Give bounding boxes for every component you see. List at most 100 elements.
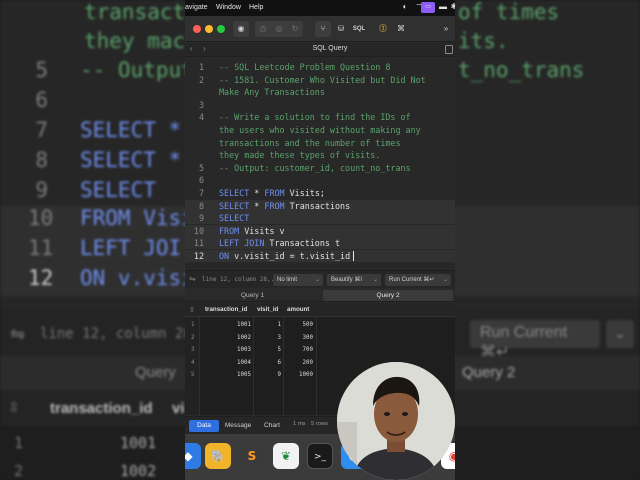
run-current-button[interactable]: Run Current ⌘↵ ⌄ [385, 274, 451, 286]
editor-line[interactable]: Make Any Transactions [185, 86, 455, 98]
app-icon[interactable]: ◆ [185, 443, 201, 469]
cell-visit-id[interactable]: 9 [255, 369, 282, 381]
editor-line[interactable]: 1 -- SQL Leetcode Problem Question 8 [185, 61, 455, 73]
background-line-number: 7 [35, 118, 48, 142]
cell-visit-id[interactable]: 1 [255, 319, 282, 331]
bluetooth-icon[interactable]: ✱ [448, 2, 455, 13]
cell-amount[interactable]: 200 [285, 357, 313, 369]
close-window-button[interactable] [193, 25, 201, 33]
cell-transaction-id[interactable]: 1003 [207, 344, 251, 356]
editor-line[interactable]: 11 LEFT JOIN Transactions t [185, 237, 455, 250]
background-tab-query-2: Query 2 [462, 364, 516, 381]
terminal-icon[interactable]: >_ [307, 443, 333, 469]
editor-line[interactable]: 7 SELECT * FROM Visits; [185, 187, 455, 199]
warning-icon[interactable]: ⓵ [375, 21, 391, 37]
editor-line[interactable]: 8 SELECT * FROM Transactions [185, 199, 455, 212]
presenter-webcam [337, 362, 455, 480]
table-row[interactable]: 2 1002 3 300 [185, 332, 455, 344]
sliders-icon[interactable]: ⇋ [189, 274, 196, 283]
cell-amount[interactable]: 1000 [285, 369, 313, 381]
cell-transaction-id[interactable]: 1002 [207, 332, 251, 344]
cell-amount[interactable]: 500 [285, 319, 313, 331]
command-icon[interactable]: ⌘ [393, 21, 409, 37]
cell-visit-id[interactable]: 6 [255, 357, 282, 369]
editor-line[interactable]: they made these types of visits. [185, 149, 455, 161]
column-header-visit-id[interactable]: visit_id [257, 306, 278, 313]
tab-query-2[interactable]: Query 2 [323, 290, 453, 301]
back-arrow-icon[interactable]: ‹ [190, 44, 193, 53]
line-number: 5 [198, 162, 204, 173]
background-text: of times [458, 0, 560, 24]
line-text: Make Any Transactions [219, 86, 325, 98]
sublime-text-icon[interactable]: S [239, 443, 265, 469]
sql-keyword: SELECT [219, 200, 250, 211]
background-run-button: Run Current ⌘↵ [470, 320, 600, 361]
background-text: FROM Visi [80, 206, 194, 230]
table-row[interactable]: 1 1001 1 500 [185, 319, 455, 331]
background-line-number: 9 [35, 178, 48, 202]
line-text: -- 1581. Customer Who Visited but Did No… [219, 74, 426, 86]
tab-query-1[interactable]: Query 1 [185, 290, 320, 301]
column-header-amount[interactable]: amount [287, 306, 309, 313]
tab-chart[interactable]: Chart [257, 420, 287, 432]
presenter-portrait [337, 362, 455, 480]
cell-transaction-id[interactable]: 1004 [207, 357, 251, 369]
focus-icon[interactable]: ◐ [399, 2, 411, 13]
cell-amount[interactable]: 700 [285, 344, 313, 356]
tab-message[interactable]: Message [222, 420, 254, 432]
editor-line[interactable]: 10 FROM Visits v [185, 224, 455, 237]
editor-line[interactable]: transactions and the number of times [185, 137, 455, 149]
editor-line[interactable]: the users who visited without making any [185, 124, 455, 136]
editor-line[interactable]: 2 -- 1581. Customer Who Visited but Did N… [185, 74, 455, 86]
limit-select[interactable]: No limit ⌄ [273, 274, 323, 286]
cell-amount[interactable]: 300 [285, 332, 313, 344]
line-number: 9 [198, 213, 204, 224]
refresh-icon[interactable]: ↻ [287, 21, 303, 37]
cell-transaction-id[interactable]: 1005 [207, 369, 251, 381]
sql-comment: -- Write a solution to find the IDs of [219, 112, 411, 123]
cell-visit-id[interactable]: 5 [255, 344, 282, 356]
editor-line[interactable]: 5 -- Output: customer_id, count_no_trans [185, 162, 455, 174]
sidebar-toggle-icon[interactable] [445, 45, 453, 54]
editor-line[interactable]: 4 -- Write a solution to find the IDs of [185, 111, 455, 123]
background-line-number: 12 [28, 266, 54, 290]
history-icon[interactable]: ◷ [255, 21, 271, 37]
line-text: SELECT * FROM Visits; [219, 187, 325, 199]
editor-line[interactable]: 3 [185, 99, 455, 111]
overflow-chevron-icon[interactable]: » [439, 21, 453, 37]
sql-comment: Make Any Transactions [219, 87, 325, 98]
editor-line[interactable]: 12 ON v.visit_id = t.visit_id [185, 250, 455, 262]
background-text: SELECT * [80, 118, 182, 142]
cell-visit-id[interactable]: 3 [255, 332, 282, 344]
sql-text: Visits v [239, 225, 285, 236]
chevron-down-icon: ⌄ [314, 277, 320, 283]
forward-arrow-icon[interactable]: › [203, 44, 206, 53]
menu-window[interactable]: Window [216, 4, 241, 11]
database-icon[interactable]: ⛁ [333, 21, 349, 37]
menu-navigate[interactable]: avigate [185, 4, 208, 11]
table-row[interactable]: 3 1003 5 700 [185, 344, 455, 356]
editor-line[interactable]: 9 SELECT [185, 212, 455, 225]
record-icon[interactable]: ◉ [233, 21, 249, 37]
row-number: 4 [191, 359, 195, 366]
column-header-transaction-id[interactable]: transaction_id [205, 306, 247, 313]
tableplus-icon[interactable]: 🐘 [205, 443, 231, 469]
cell-transaction-id[interactable]: 1001 [207, 319, 251, 331]
background-line-number: 6 [35, 88, 48, 112]
zoom-window-button[interactable] [217, 25, 225, 33]
mongodb-compass-icon[interactable]: ❦ [273, 443, 299, 469]
connection-icon[interactable]: ⑂ [315, 21, 331, 37]
line-text: -- Write a solution to find the IDs of [219, 111, 411, 123]
preview-icon[interactable]: ◎ [271, 21, 287, 37]
beautify-button[interactable]: Beautify ⌘I ⌄ [327, 274, 381, 286]
editor-line[interactable]: 6 [185, 174, 455, 186]
control-center-icon[interactable]: ▭ [421, 2, 435, 13]
menu-help[interactable]: Help [249, 4, 263, 11]
minimize-window-button[interactable] [205, 25, 213, 33]
tab-data[interactable]: Data [189, 420, 219, 432]
sort-icon[interactable]: ⇳ [189, 306, 195, 314]
row-number: 5 [191, 372, 195, 378]
sql-editor[interactable]: 1 -- SQL Leetcode Problem Question 8 2 -- 1… [185, 57, 455, 270]
tab-sql-query[interactable]: SQL Query [295, 45, 365, 52]
sql-button[interactable]: SQL [351, 21, 367, 37]
